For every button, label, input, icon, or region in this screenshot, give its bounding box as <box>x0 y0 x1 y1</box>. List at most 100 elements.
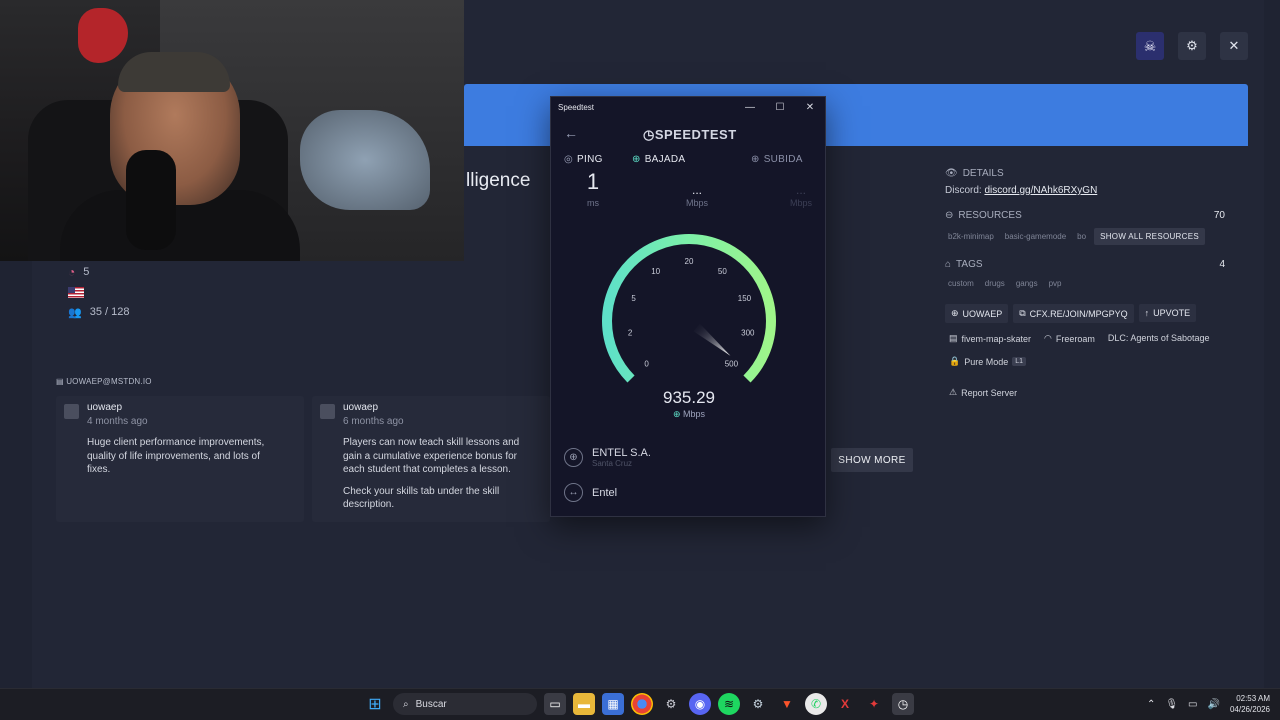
close-window-icon[interactable]: ✕ <box>795 102 825 113</box>
brave-icon[interactable]: ▼ <box>776 693 798 715</box>
download-small-icon: ⊕ <box>672 409 681 419</box>
webcam-hair <box>118 52 230 92</box>
owner-button[interactable]: ⊕ UOWAEP <box>945 304 1009 323</box>
download-icon: ⊕ <box>632 154 641 165</box>
current-speed-unit: ⊕ Mbps <box>551 409 827 420</box>
taskbar-apps: ⊞ ⌕ Buscar ▭ ▬ ▦ ⚙ ◉ ≋ ⚙ ▼ ✆ X ✦ ◷ <box>364 693 914 715</box>
post-paragraph: Huge client performance improvements, qu… <box>87 437 265 475</box>
copy-icon: ⧉ <box>1019 308 1026 318</box>
download-label: BAJADA <box>644 154 686 165</box>
details-heading: 👁 DETAILS <box>945 168 1225 179</box>
steam-icon[interactable]: ⚙ <box>747 693 769 715</box>
settings-gear-icon[interactable]: ⚙ <box>1178 32 1206 60</box>
file-explorer-icon[interactable]: ▬ <box>573 693 595 715</box>
minimize-icon[interactable]: — <box>735 102 765 113</box>
isp-location: Santa Cruz <box>592 459 633 468</box>
gauge-tick-label: 0 <box>644 359 649 368</box>
details-panel: 👁 DETAILS Discord: discord.gg/NAhk6RXyGN … <box>945 168 1225 402</box>
resource-chip: bo <box>1077 232 1087 241</box>
app-red-icon[interactable]: ✦ <box>863 693 885 715</box>
current-speed: 935.29 <box>663 388 715 407</box>
arrow-up-icon: ↑ <box>1144 308 1150 318</box>
resource-chip: b2k-minimap <box>948 232 994 241</box>
speedtest-logo: ◷SPEEDTEST <box>643 127 737 143</box>
gauge-needle <box>693 323 731 356</box>
back-arrow-icon[interactable]: ← <box>564 125 578 141</box>
store-icon[interactable]: ▦ <box>602 693 624 715</box>
map-label: fivem-map-skater <box>961 333 1032 344</box>
post-author: uowaep <box>343 402 379 413</box>
window-controls: — ☐ ✕ <box>735 102 825 113</box>
resources-heading: ⊖ RESOURCES 70 <box>945 210 1225 221</box>
close-icon[interactable]: ✕ <box>1220 32 1248 60</box>
server-row[interactable]: ↔ Entel <box>564 483 617 502</box>
gamepad-icon: ◠ <box>1044 333 1052 343</box>
system-tray: ⌃ 🎙 ▭ 🔊 02:53 AM 04/26/2026 <box>1147 693 1270 715</box>
post-paragraph: Players can now teach skill lessons and … <box>343 437 520 475</box>
clock-date: 04/26/2026 <box>1229 705 1270 714</box>
lock-icon: 🔒 <box>949 356 961 366</box>
discord-link[interactable]: discord.gg/NAhk6RXyGN <box>984 185 1097 196</box>
chevron-up-icon[interactable]: ⌃ <box>1147 699 1155 710</box>
tags-list: custom drugs gangs pvp <box>945 277 1225 290</box>
spotify-icon[interactable]: ≋ <box>718 693 740 715</box>
post-body: Players can now teach skill lessons and … <box>343 436 533 520</box>
resources-count: 70 <box>1213 210 1225 221</box>
chrome-icon[interactable] <box>631 693 653 715</box>
microphone-icon[interactable]: 🎙 <box>1165 699 1178 710</box>
taskbar-search[interactable]: ⌕ Buscar <box>393 693 537 715</box>
report-label: Report Server <box>961 387 1018 398</box>
speedtest-taskbar-icon[interactable]: ◷ <box>892 693 914 715</box>
resources-list: b2k-minimap basic-gamemode bo SHOW ALL R… <box>945 228 1225 245</box>
gauge-tick-label: 150 <box>738 294 752 303</box>
gauge-logo-icon: ◷ <box>643 127 655 142</box>
task-view-icon[interactable]: ▭ <box>544 693 566 715</box>
windows-start-icon[interactable]: ⊞ <box>364 693 386 715</box>
webcam-blanket <box>300 110 430 210</box>
download-tab: ⊕ BAJADA <box>632 154 685 165</box>
map-icon: ▤ <box>949 333 958 343</box>
discord-icon[interactable]: ◉ <box>689 693 711 715</box>
logo-text: SPEEDTEST <box>654 127 737 142</box>
isp-row[interactable]: ⊕ ENTEL S.A. Santa Cruz <box>564 447 651 468</box>
clock[interactable]: 02:53 AM 04/26/2026 <box>1230 693 1270 715</box>
owner-label: UOWAEP <box>962 308 1003 319</box>
mastodon-account[interactable]: ▤ UOWAEP@MSTDN.IO <box>56 377 152 386</box>
pure-mode-row: 🔒 Pure Mode L1 <box>945 352 1225 371</box>
settings-app-icon[interactable]: ⚙ <box>660 693 682 715</box>
webcam-overlay <box>0 0 464 261</box>
upvote-button[interactable]: ↑ UPVOTE <box>1138 304 1197 322</box>
show-all-resources-button[interactable]: SHOW ALL RESOURCES <box>1094 228 1205 245</box>
app-x-icon[interactable]: X <box>834 693 856 715</box>
gauge-tick-label: 50 <box>718 267 727 276</box>
gauge-tick-label: 500 <box>725 359 739 368</box>
dlc-info: DLC: Agents of Sabotage <box>1107 333 1210 343</box>
tags-title: TAGS <box>956 259 983 270</box>
gauge-tick-label: 300 <box>741 329 755 338</box>
join-link-button[interactable]: ⧉ CFX.RE/JOIN/MPGPYQ <box>1013 304 1134 323</box>
pure-mode-info: 🔒 Pure Mode L1 <box>945 352 1030 371</box>
maximize-icon[interactable]: ☐ <box>765 102 795 113</box>
gauge-tick-label: 5 <box>631 294 636 303</box>
resources-title: RESOURCES <box>958 210 1022 221</box>
server-avatar-icon[interactable]: ☠ <box>1136 32 1164 60</box>
tags-heading: ⌂ TAGS 4 <box>945 259 1225 270</box>
network-icon[interactable]: ▭ <box>1188 699 1197 710</box>
gauge-tick-label: 20 <box>685 257 694 266</box>
whatsapp-icon[interactable]: ✆ <box>805 693 827 715</box>
volume-icon[interactable]: 🔊 <box>1208 699 1220 710</box>
globe-icon: ⊕ <box>564 448 583 467</box>
search-label: Buscar <box>415 698 447 710</box>
report-server-link[interactable]: ⚠ Report Server <box>945 383 1021 402</box>
resource-chip: basic-gamemode <box>1004 232 1067 241</box>
user-icon: ⊕ <box>951 308 959 318</box>
clock-time: 02:53 AM <box>1236 694 1270 703</box>
isp-name: ENTEL S.A. <box>592 447 651 459</box>
show-more-button[interactable]: SHOW MORE <box>831 448 913 472</box>
post-time: 6 months ago <box>343 416 404 427</box>
ping-value: 1 <box>586 169 600 194</box>
gauge-ticks: 0 2 5 10 20 50 150 300 500 <box>628 257 755 368</box>
post-time: 4 months ago <box>87 416 148 427</box>
download-value: ... <box>691 183 702 197</box>
action-row: ⊕ UOWAEP ⧉ CFX.RE/JOIN/MPGPYQ ↑ UPVOTE <box>945 304 1225 323</box>
